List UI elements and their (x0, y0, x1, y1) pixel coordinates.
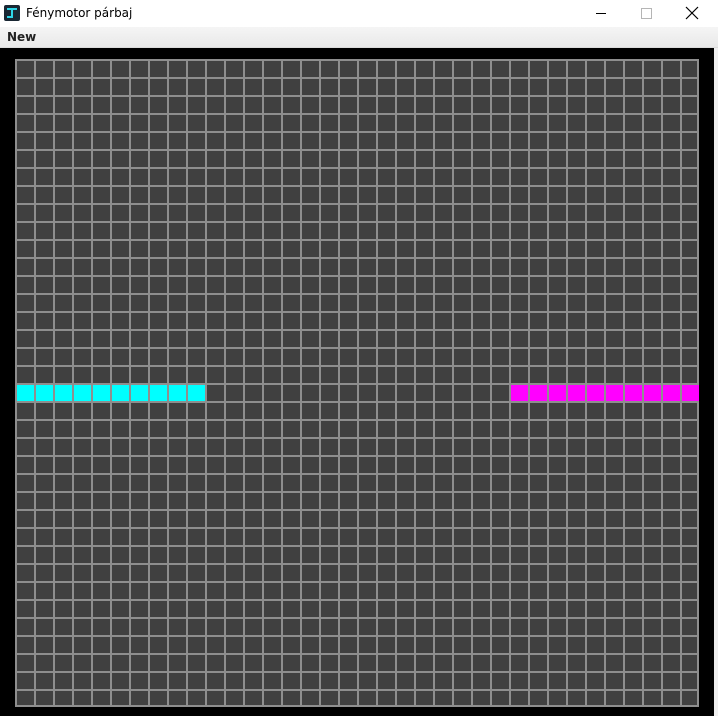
game-window: Fénymotor párbaj New (0, 0, 718, 716)
trail-cell-player-2 (587, 385, 604, 401)
window-title: Fénymotor párbaj (26, 6, 133, 20)
game-app-icon (4, 5, 20, 21)
trail-cell-player-2 (568, 385, 585, 401)
trail-cell-player-1 (150, 385, 167, 401)
trail-cell-player-1 (74, 385, 91, 401)
trail-cell-player-2 (663, 385, 680, 401)
trail-cell-player-2 (625, 385, 642, 401)
trail-cell-player-1 (188, 385, 205, 401)
minimize-icon (596, 13, 606, 14)
trail-cell-player-1 (131, 385, 148, 401)
menu-item-new[interactable]: New (6, 29, 37, 45)
trail-cell-player-1 (36, 385, 53, 401)
trail-cell-player-2 (549, 385, 566, 401)
close-icon (685, 6, 699, 20)
trail-cell-player-2 (644, 385, 661, 401)
trail-cell-player-2 (511, 385, 528, 401)
trail-cell-player-1 (169, 385, 186, 401)
game-board[interactable] (15, 59, 699, 707)
trail-cell-player-2 (606, 385, 623, 401)
trail-cell-player-1 (93, 385, 110, 401)
trail-cell-player-2 (530, 385, 547, 401)
trail-cell-player-1 (112, 385, 129, 401)
menu-bar: New (0, 27, 718, 48)
trail-cell-player-1 (55, 385, 72, 401)
close-button[interactable] (668, 0, 714, 27)
trail-cell-player-2 (682, 385, 699, 401)
window-edge (714, 48, 718, 716)
maximize-icon (641, 8, 652, 19)
title-bar[interactable]: Fénymotor párbaj (0, 0, 718, 27)
minimize-button[interactable] (578, 0, 624, 27)
maximize-button[interactable] (623, 0, 669, 27)
trail-cell-player-1 (17, 385, 34, 401)
